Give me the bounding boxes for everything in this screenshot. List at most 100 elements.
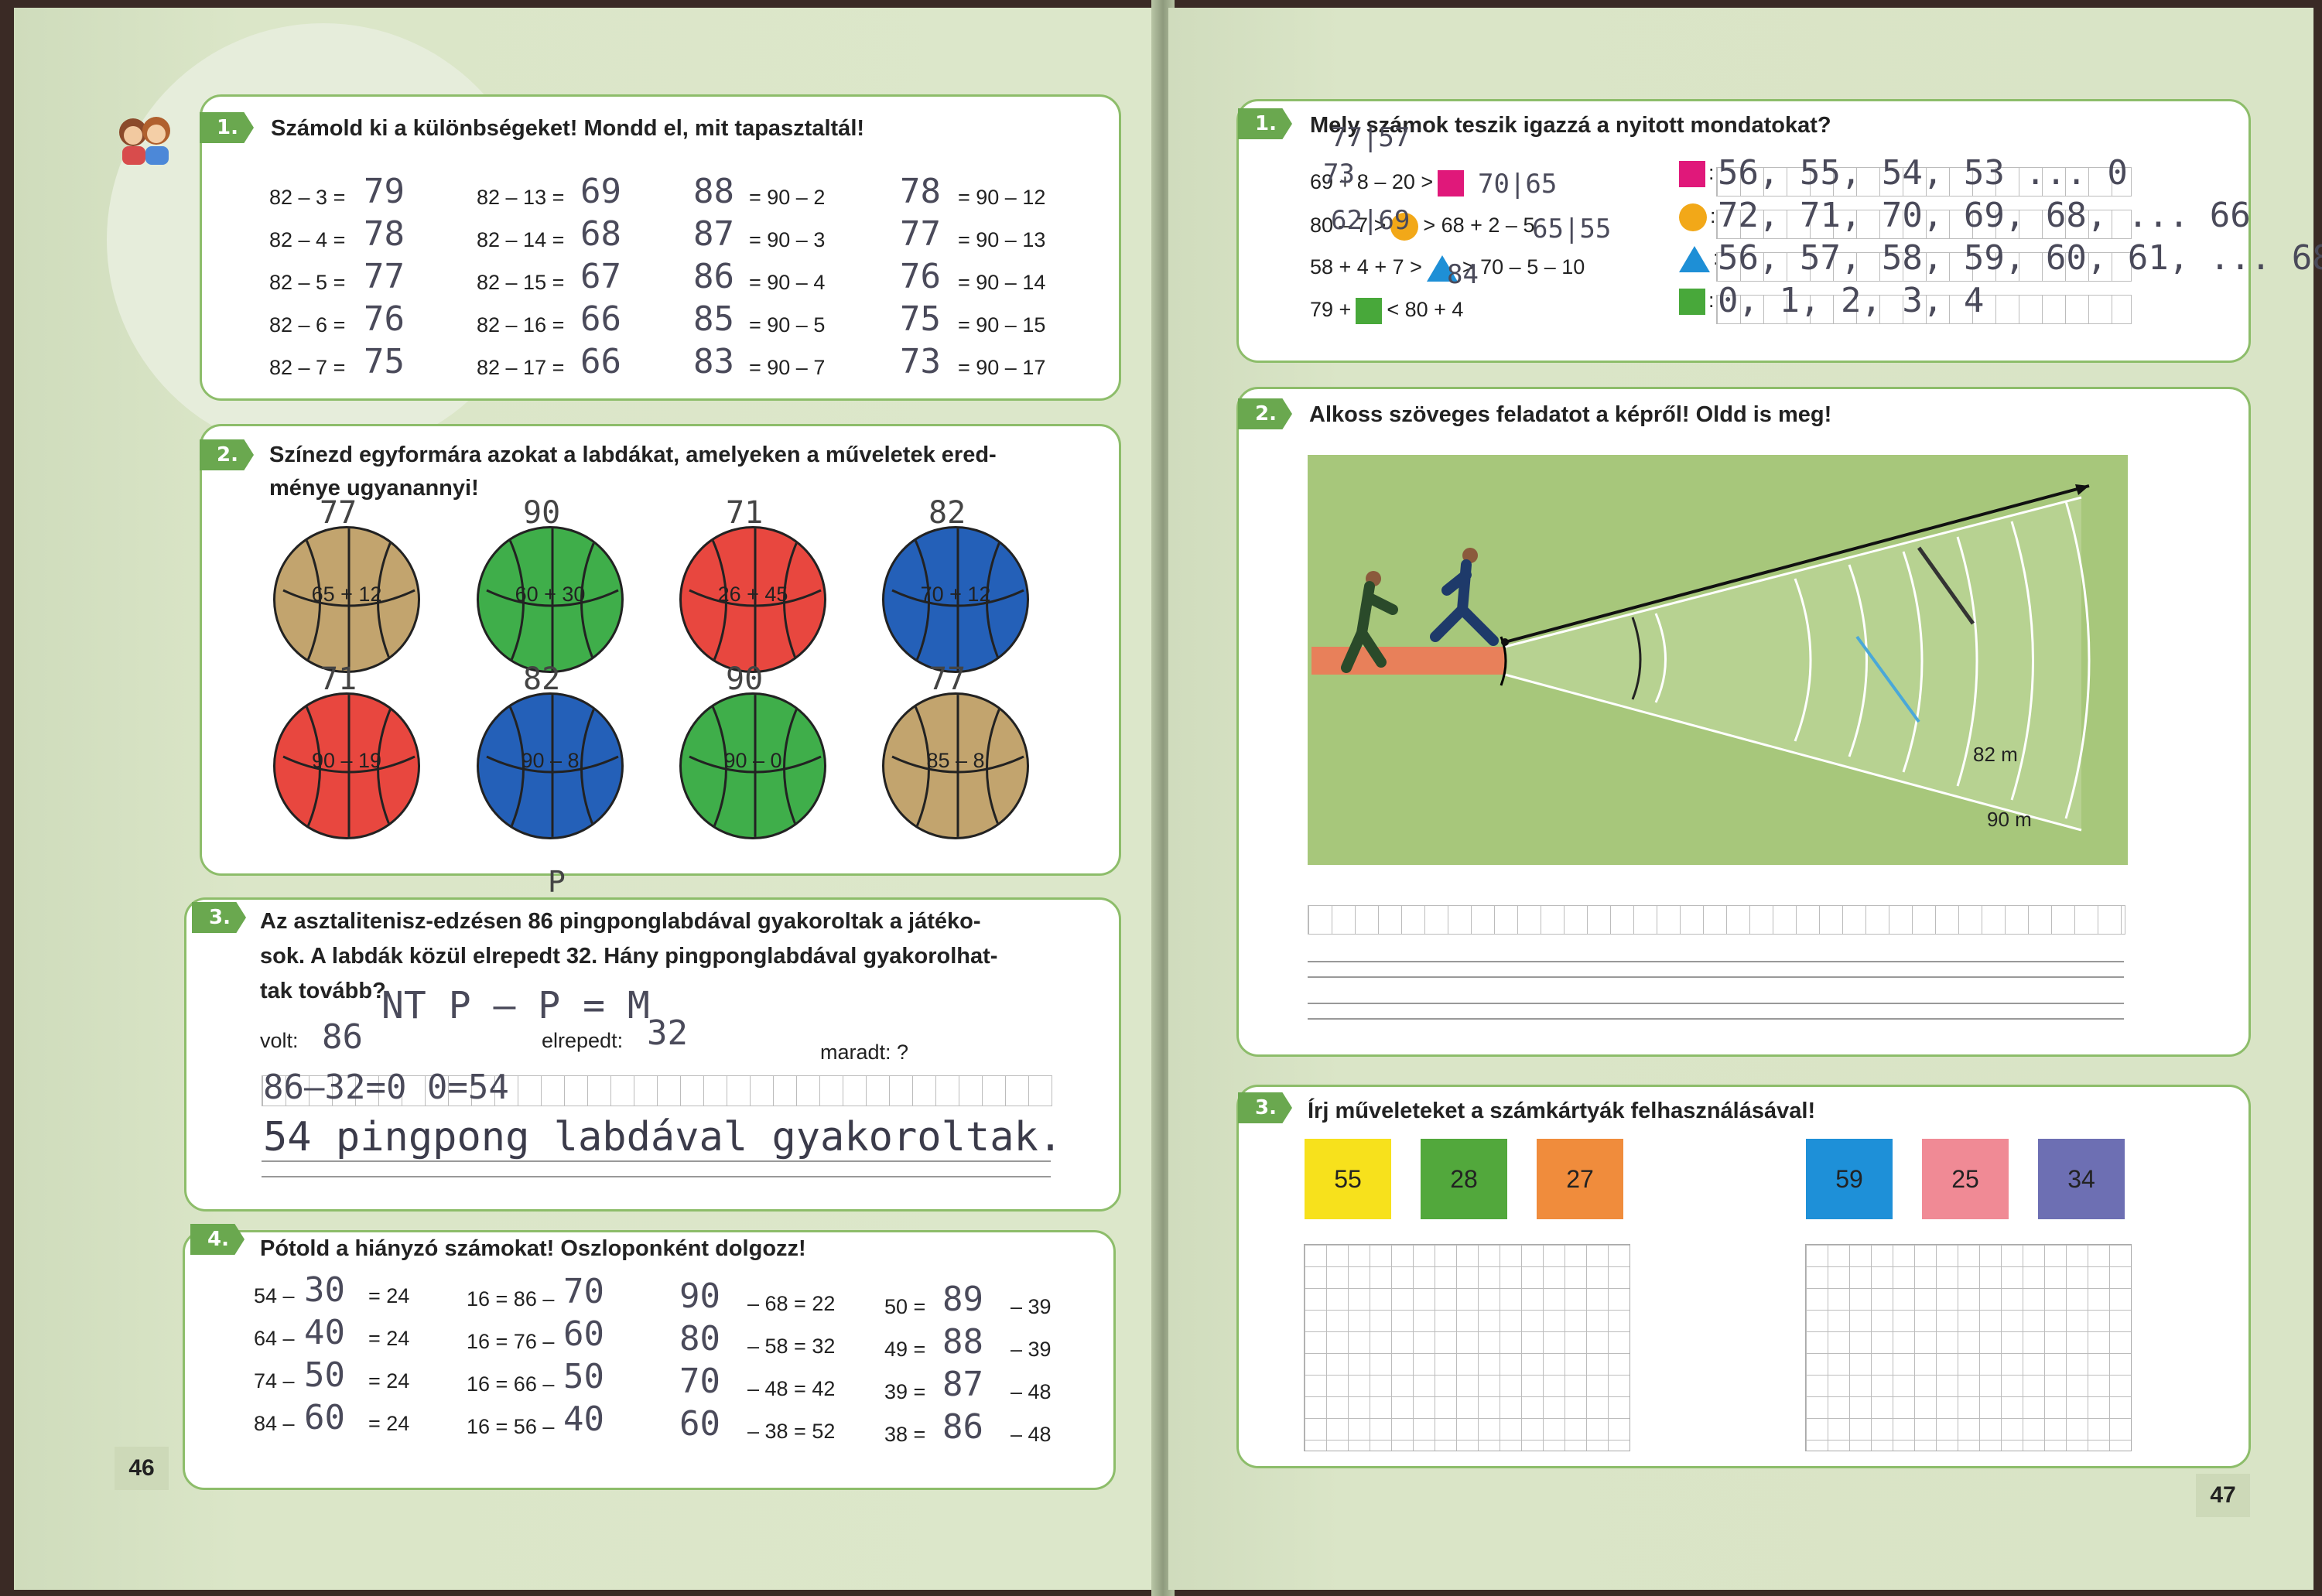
eq-text: 74 – [254, 1369, 295, 1393]
ball-hw-value: 82 [523, 661, 561, 697]
exercise-1-number: 1. [200, 112, 254, 143]
eq-text: – 39 [1011, 1338, 1052, 1361]
right-page: 1. Mely számok teszik igazzá a nyitott m… [1168, 8, 2322, 1590]
hw-answer: 85 [693, 299, 734, 339]
eq-text: = 90 – 13 [958, 228, 1046, 251]
hw-answer: 75 [364, 342, 405, 381]
javelin-illustration: 82 m 90 m [1308, 455, 2128, 865]
answer-line-2 [262, 1176, 1051, 1177]
hw-answer: 76 [364, 299, 405, 339]
eq-text: 16 = 86 – [467, 1287, 555, 1311]
eq-text: 82 – 13 = [477, 186, 565, 209]
ball-hw-value: 71 [320, 661, 357, 697]
eq-text: 16 = 66 – [467, 1372, 555, 1396]
hw-answer-list: 0, 1, 2, 3, 4 [1718, 281, 1985, 320]
page-number-left: 46 [115, 1447, 169, 1490]
hw-answer: 68 [580, 214, 621, 254]
hw-scratch: 73 [1323, 159, 1355, 190]
sentence-left: 58 + 4 + 7 > [1310, 255, 1422, 279]
answer-row: : [1679, 246, 1719, 272]
hw-answer: 90 [679, 1276, 720, 1316]
eq-text: = 90 – 4 [749, 271, 826, 294]
eq-text: = 90 – 17 [958, 356, 1046, 379]
eq-text: 82 – 5 = [269, 271, 346, 294]
hw-answer: 60 [304, 1398, 345, 1437]
hw-scratch: 70|65 [1478, 169, 1558, 200]
label-82m: 82 m [1973, 743, 2018, 766]
r-exercise-2-number: 2. [1238, 398, 1292, 429]
exercise-3-text-line2: sok. A labdák közül elrepedt 32. Hány pi… [260, 944, 998, 969]
r-exercise-1-number: 1. [1238, 108, 1292, 139]
number-card: 28 [1421, 1139, 1507, 1219]
ball-label: 85 – 8 [926, 749, 985, 772]
eq-text: = 24 [368, 1369, 410, 1393]
eq-text: = 24 [368, 1412, 410, 1435]
r-exercise-2-title: Alkoss szöveges feladatot a képről! Oldd… [1309, 402, 1832, 427]
number-card: 55 [1305, 1139, 1391, 1219]
eq-text: – 39 [1011, 1295, 1052, 1318]
eq-text: 82 – 7 = [269, 356, 346, 379]
eq-text: 82 – 17 = [477, 356, 565, 379]
hw-scratch: 77|57 [1331, 122, 1411, 153]
hw-answer: 88 [942, 1322, 983, 1362]
sentence-right: > 68 + 2 – 5 [1423, 214, 1535, 238]
hw-answer: 60 [563, 1314, 604, 1354]
ball-label: 90 – 19 [311, 749, 382, 772]
eq-text: 49 = [884, 1338, 926, 1361]
hw-answer: 54 pingpong labdával gyakoroltak. [263, 1114, 1063, 1160]
eq-text: = 24 [368, 1327, 410, 1350]
ball-hw-value: 71 [726, 495, 764, 531]
eq-text: 16 = 76 – [467, 1330, 555, 1353]
hw-answer: 80 [679, 1319, 720, 1358]
eq-text: – 68 = 22 [747, 1292, 836, 1315]
square-pink-icon [1679, 161, 1705, 187]
exercise-3-text-line1: Az asztalitenisz-edzésen 86 pingponglabd… [260, 909, 981, 934]
ball-label: 90 – 0 [723, 749, 782, 772]
ball: 26 + 45 [679, 526, 826, 673]
kids-icon [115, 112, 176, 166]
eq-text: 64 – [254, 1327, 295, 1350]
sentence-right: > 70 – 5 – 10 [1462, 255, 1585, 279]
answer-row: : [1679, 289, 1715, 315]
ball-label: 90 – 8 [521, 749, 580, 772]
hw-scratch: 84 [1447, 259, 1479, 290]
eq-text: = 90 – 12 [958, 186, 1046, 209]
page-number-right: 47 [2196, 1474, 2250, 1517]
maradt-label: maradt: ? [820, 1041, 909, 1064]
eq-text: 82 – 16 = [477, 313, 565, 337]
hw-answer: 75 [900, 299, 941, 339]
exercise-3-number: 3. [192, 902, 246, 933]
hw-answer: 69 [580, 172, 621, 211]
hw-answer: 87 [942, 1365, 983, 1404]
hw-answer: 66 [580, 342, 621, 381]
r-ex2-line-4 [1308, 1018, 2124, 1020]
hw-answer: 77 [364, 257, 405, 296]
r-ex2-box-row [1308, 905, 2125, 935]
r-ex2-line-1 [1308, 961, 2124, 962]
elrepedt-label: elrepedt: [542, 1029, 624, 1052]
hw-answer: 40 [304, 1313, 345, 1352]
ball: 60 + 30 [477, 526, 624, 673]
number-card: 25 [1922, 1139, 2009, 1219]
colon: : [1710, 204, 1716, 228]
exercise-2-title-line2: ménye ugyanannyi! [269, 476, 479, 501]
ball-hw-value: 82 [928, 495, 966, 531]
eq-text: = 90 – 5 [749, 313, 826, 337]
ball-hw-value: 77 [320, 495, 357, 531]
ball: 85 – 8 [882, 692, 1029, 839]
eq-text: 82 – 14 = [477, 228, 565, 251]
ball: 90 – 0 [679, 692, 826, 839]
sentence-right: < 80 + 4 [1387, 298, 1464, 322]
eq-text: = 90 – 3 [749, 228, 826, 251]
eq-text: 82 – 3 = [269, 186, 346, 209]
hw-answer: 78 [364, 214, 405, 254]
answer-row: : [1679, 161, 1715, 187]
hw-answer: 87 [693, 214, 734, 254]
exercise-1-title: Számold ki a különbségeket! Mondd el, mi… [271, 116, 865, 141]
r-ex2-line-2 [1308, 976, 2124, 978]
hw-answer: 50 [304, 1355, 345, 1395]
ball-label: 26 + 45 [717, 583, 788, 606]
ball-label: 65 + 12 [311, 583, 382, 606]
eq-text: – 48 = 42 [747, 1377, 836, 1400]
eq-text: 16 = 56 – [467, 1415, 555, 1438]
